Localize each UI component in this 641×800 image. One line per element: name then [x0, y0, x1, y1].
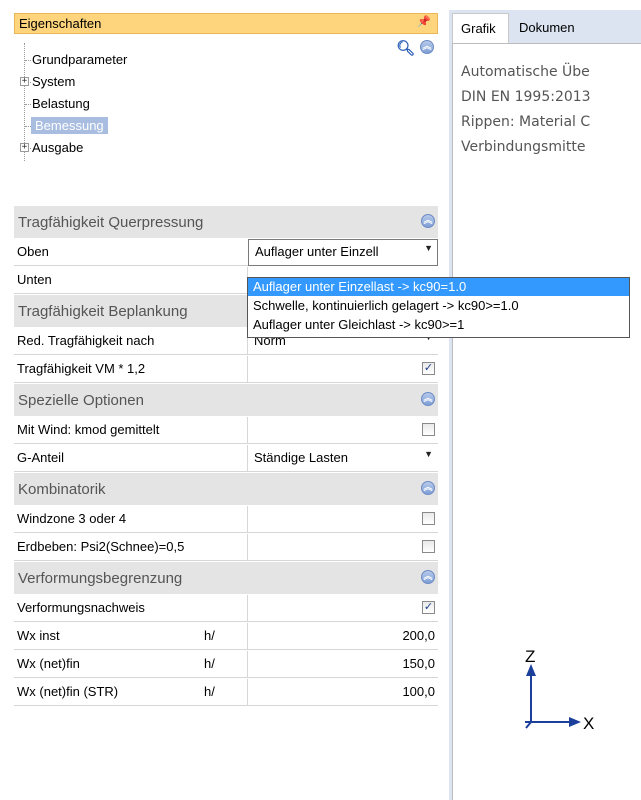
coordinate-axes: Z X — [525, 647, 594, 733]
info-line: Rippen: Material C — [461, 114, 591, 130]
row-mit-wind[interactable]: Mit Wind: kmod gemittelt — [14, 417, 438, 444]
tree-item-grundparameter[interactable]: Grundparameter — [32, 52, 127, 67]
tree-item-bemessung[interactable]: Bemessung — [31, 117, 108, 134]
row-wx-netfin[interactable]: Wx (net)fin h/ 150,0 — [14, 651, 438, 678]
x-axis-arrow — [569, 717, 581, 727]
row-label: Red. Tragfähigkeit nach — [17, 333, 155, 348]
row-label: Verformungsnachweis — [17, 600, 145, 615]
row-oben: Oben Auflager unter Einzell ▼ — [14, 239, 438, 266]
panel-title-bar: Eigenschaften 📌 — [14, 13, 438, 34]
row-unit: h/ — [204, 656, 215, 671]
row-windzone[interactable]: Windzone 3 oder 4 — [14, 506, 438, 533]
row-wx-netfin-str[interactable]: Wx (net)fin (STR) h/ 100,0 — [14, 679, 438, 706]
panel-title: Eigenschaften — [19, 16, 102, 31]
collapse-section-icon[interactable]: ︽ — [421, 214, 435, 228]
collapse-section-icon[interactable]: ︽ — [421, 481, 435, 495]
row-label: Windzone 3 oder 4 — [17, 511, 127, 526]
section-querpressung[interactable]: Tragfähigkeit Querpressung ︽ — [14, 206, 438, 238]
info-line: DIN EN 1995:2013 — [461, 89, 591, 105]
row-label: Wx inst — [17, 628, 60, 643]
z-axis-label: Z — [525, 647, 535, 666]
row-value: 100,0 — [402, 684, 435, 699]
document-area: Grafik Dokumen Automatische Übe DIN EN 1… — [449, 10, 641, 800]
x-axis-label: X — [583, 714, 594, 733]
row-verformungsnachweis[interactable]: Verformungsnachweis ✓ — [14, 595, 438, 622]
chevron-down-icon[interactable]: ▼ — [424, 449, 433, 459]
tab-grafik[interactable]: Grafik — [452, 13, 509, 43]
row-value: Auflager unter Einzell — [255, 244, 379, 259]
section-verformung[interactable]: Verformungsbegrenzung ︽ — [14, 562, 438, 594]
tree-item-label: Belastung — [32, 96, 90, 111]
tab-label: Grafik — [461, 21, 496, 36]
checkbox[interactable] — [422, 540, 435, 553]
checkbox[interactable]: ✓ — [422, 362, 435, 375]
tree-item-label: System — [32, 74, 76, 89]
tree-item-label: Ausgabe — [32, 140, 84, 155]
chevron-down-icon[interactable]: ▼ — [424, 243, 433, 253]
section-optionen[interactable]: Spezielle Optionen ︽ — [14, 384, 438, 416]
tree-item-belastung[interactable]: Belastung — [32, 96, 90, 111]
section-kombinatorik[interactable]: Kombinatorik ︽ — [14, 473, 438, 505]
row-label: Erdbeben: Psi2(Schnee)=0,5 — [17, 539, 185, 554]
querpressung-dropdown-list: Auflager unter Einzellast -> kc90=1.0 Sc… — [247, 277, 630, 338]
row-g-anteil[interactable]: G-Anteil Ständige Lasten ▼ — [14, 445, 438, 472]
dropdown-option[interactable]: Schwelle, kontinuierlich gelagert -> kc9… — [248, 297, 629, 315]
row-unit: h/ — [204, 684, 215, 699]
tree-item-label: Grundparameter — [32, 52, 128, 67]
section-title: Kombinatorik — [18, 481, 106, 498]
section-title: Verformungsbegrenzung — [18, 570, 183, 587]
expand-icon[interactable]: + — [20, 77, 29, 86]
tab-label: Dokumen — [519, 20, 575, 35]
checkbox[interactable] — [422, 423, 435, 436]
row-value: Ständige Lasten — [254, 450, 348, 465]
pin-icon[interactable]: 📌 — [417, 15, 431, 28]
info-line: Verbindungsmitte — [461, 139, 586, 155]
row-unit: h/ — [204, 628, 215, 643]
collapse-icon[interactable]: ︽ — [420, 40, 434, 54]
row-label: Wx (net)fin — [17, 656, 80, 671]
tree-item-label: Bemessung — [31, 117, 108, 134]
info-line: Automatische Übe — [461, 64, 590, 80]
properties-panel: Eigenschaften 📌 Grundparameter + System … — [11, 10, 444, 800]
expand-icon[interactable]: + — [20, 143, 29, 152]
section-title: Tragfähigkeit Beplankung — [18, 303, 188, 320]
tab-dokument[interactable]: Dokumen — [511, 13, 641, 43]
dropdown-option[interactable]: Auflager unter Einzellast -> kc90=1.0 — [248, 278, 629, 296]
tree-item-ausgabe[interactable]: Ausgabe — [32, 140, 83, 155]
collapse-section-icon[interactable]: ︽ — [421, 392, 435, 406]
row-label: Oben — [17, 244, 49, 259]
checkbox[interactable] — [422, 512, 435, 525]
section-title: Spezielle Optionen — [18, 392, 144, 409]
row-value: 200,0 — [402, 628, 435, 643]
row-label: Mit Wind: kmod gemittelt — [17, 422, 160, 437]
search-icon[interactable]: 🔍︎ — [396, 39, 415, 57]
row-wx-inst[interactable]: Wx inst h/ 200,0 — [14, 623, 438, 650]
dropdown-option[interactable]: Auflager unter Gleichlast -> kc90>=1 — [248, 316, 629, 334]
section-title: Tragfähigkeit Querpressung — [18, 214, 204, 231]
row-erdbeben[interactable]: Erdbeben: Psi2(Schnee)=0,5 — [14, 534, 438, 561]
collapse-section-icon[interactable]: ︽ — [421, 570, 435, 584]
row-value: 150,0 — [402, 656, 435, 671]
graphic-view[interactable]: Automatische Übe DIN EN 1995:2013 Rippen… — [452, 43, 641, 800]
row-tragfaehigkeit-vm[interactable]: Tragfähigkeit VM * 1,2 ✓ — [14, 356, 438, 383]
row-label: Tragfähigkeit VM * 1,2 — [17, 361, 146, 376]
property-tree: Grundparameter + System Belastung Bemess… — [14, 35, 438, 205]
tree-item-system[interactable]: System — [32, 74, 75, 89]
row-label: Wx (net)fin (STR) — [17, 684, 119, 699]
row-label: Unten — [17, 272, 52, 287]
checkbox[interactable]: ✓ — [422, 601, 435, 614]
row-label: G-Anteil — [17, 450, 64, 465]
